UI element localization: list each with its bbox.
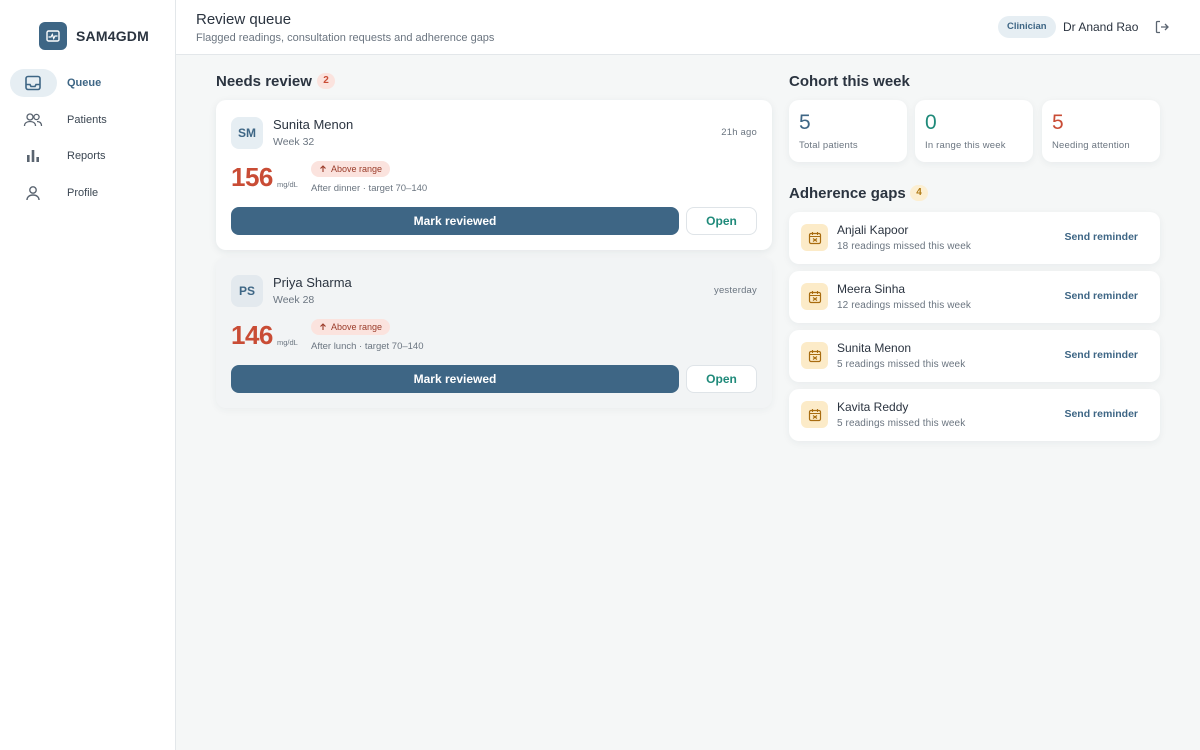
- sidebar-item-label: Reports: [67, 150, 106, 162]
- reading-context: After dinner · target 70–140: [311, 183, 428, 194]
- app-logo-icon: [39, 22, 67, 50]
- mark-reviewed-button[interactable]: Mark reviewed: [231, 365, 679, 393]
- sidebar-nav: Queue Patients Reports Profile: [10, 69, 166, 215]
- stat-card-total-patients: 5 Total patients: [789, 100, 907, 162]
- patient-name[interactable]: Meera Sinha: [837, 282, 905, 296]
- reading-time: 21h ago: [721, 127, 757, 138]
- sidebar: SAM4GDM Queue Patients Reports Profile: [0, 0, 176, 750]
- app-name: SAM4GDM: [76, 28, 149, 44]
- list-item: Anjali Kapoor 18 readings missed this we…: [789, 212, 1160, 264]
- sidebar-item-profile[interactable]: Profile: [10, 179, 166, 207]
- page-subtitle: Flagged readings, consultation requests …: [196, 32, 495, 44]
- page-title: Review queue: [196, 11, 292, 28]
- patient-week: Week 32: [273, 136, 315, 148]
- user-icon: [23, 183, 43, 203]
- calendar-missed-icon: [801, 283, 828, 310]
- users-icon: [23, 110, 43, 130]
- patient-name[interactable]: Kavita Reddy: [837, 400, 908, 414]
- reading-unit: mg/dL: [277, 338, 298, 347]
- stat-value: 5: [1052, 111, 1064, 134]
- status-badge: Above range: [311, 161, 391, 177]
- user-name[interactable]: Dr Anand Rao: [1063, 20, 1138, 34]
- stat-label: Needing attention: [1052, 140, 1130, 151]
- arrow-up-icon: [320, 165, 326, 172]
- review-card: PS Priya Sharma Week 28 yesterday 146 mg…: [216, 258, 772, 408]
- needs-review-title: Needs review: [216, 73, 312, 90]
- sidebar-item-patients[interactable]: Patients: [10, 106, 166, 134]
- send-reminder-button[interactable]: Send reminder: [1064, 349, 1138, 361]
- calendar-missed-icon: [801, 224, 828, 251]
- arrow-up-icon: [320, 323, 326, 330]
- brand[interactable]: SAM4GDM: [39, 22, 149, 50]
- mark-reviewed-button[interactable]: Mark reviewed: [231, 207, 679, 235]
- send-reminder-button[interactable]: Send reminder: [1064, 231, 1138, 243]
- list-item: Kavita Reddy 5 readings missed this week…: [789, 389, 1160, 441]
- open-button[interactable]: Open: [686, 207, 757, 235]
- calendar-missed-icon: [801, 401, 828, 428]
- sidebar-item-label: Patients: [67, 113, 107, 126]
- reading-value: 146: [231, 320, 273, 350]
- stat-label: In range this week: [925, 140, 1006, 151]
- reading-value: 156: [231, 162, 273, 192]
- list-item: Sunita Menon 5 readings missed this week…: [789, 330, 1160, 382]
- patient-week: Week 28: [273, 294, 315, 306]
- patient-name[interactable]: Priya Sharma: [273, 275, 352, 290]
- calendar-missed-icon: [801, 342, 828, 369]
- stat-card-in-range: 0 In range this week: [915, 100, 1033, 162]
- review-card: SM Sunita Menon Week 32 21h ago 156 mg/d…: [216, 100, 772, 250]
- adherence-count-badge: 4: [910, 185, 928, 201]
- role-badge: Clinician: [998, 16, 1056, 38]
- reading-unit: mg/dL: [277, 180, 298, 189]
- list-item: Meera Sinha 12 readings missed this week…: [789, 271, 1160, 323]
- sidebar-item-reports[interactable]: Reports: [10, 142, 166, 170]
- cohort-title: Cohort this week: [789, 73, 910, 90]
- reading-time: yesterday: [714, 285, 757, 296]
- adherence-gaps-title: Adherence gaps: [789, 185, 906, 202]
- logout-icon[interactable]: [1154, 19, 1172, 37]
- stat-value: 5: [799, 111, 811, 134]
- status-badge: Above range: [311, 319, 391, 335]
- stat-value: 0: [925, 111, 937, 134]
- avatar: SM: [231, 117, 263, 149]
- patient-name[interactable]: Sunita Menon: [837, 341, 911, 355]
- bar-chart-icon: [23, 146, 43, 166]
- missed-readings: 18 readings missed this week: [837, 241, 971, 252]
- patient-name[interactable]: Anjali Kapoor: [837, 223, 908, 237]
- patient-name[interactable]: Sunita Menon: [273, 117, 353, 132]
- top-header: Review queue Flagged readings, consultat…: [176, 0, 1200, 55]
- sidebar-item-label: Profile: [67, 186, 99, 199]
- status-badge-label: Above range: [331, 164, 383, 174]
- needs-review-count-badge: 2: [317, 73, 335, 89]
- avatar: PS: [231, 275, 263, 307]
- stat-card-needing-attention: 5 Needing attention: [1042, 100, 1160, 162]
- send-reminder-button[interactable]: Send reminder: [1064, 290, 1138, 302]
- status-badge-label: Above range: [331, 322, 383, 332]
- sidebar-item-label: Queue: [67, 77, 102, 89]
- stat-label: Total patients: [799, 140, 858, 151]
- open-button[interactable]: Open: [686, 365, 757, 393]
- missed-readings: 12 readings missed this week: [837, 300, 971, 311]
- sidebar-item-queue[interactable]: Queue: [10, 69, 101, 97]
- reading-context: After lunch · target 70–140: [311, 341, 424, 352]
- missed-readings: 5 readings missed this week: [837, 359, 966, 370]
- send-reminder-button[interactable]: Send reminder: [1064, 408, 1138, 420]
- inbox-icon: [23, 73, 43, 93]
- missed-readings: 5 readings missed this week: [837, 418, 966, 429]
